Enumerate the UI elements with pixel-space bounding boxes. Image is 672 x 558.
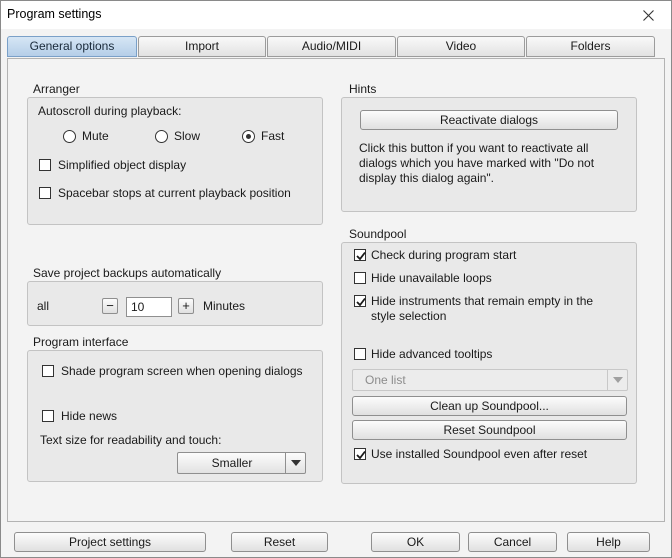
radio-slow-label: Slow [174,129,201,143]
soundpool-section-title: Soundpool [349,227,407,241]
reactivate-dialogs-button[interactable]: Reactivate dialogs [360,110,618,130]
program-settings-window: Program settings General options Import … [0,0,672,558]
check-start-checkbox[interactable] [354,249,366,261]
use-installed-checkbox[interactable] [354,448,366,460]
text-size-value: Smaller [211,456,253,470]
hints-group: Reactivate dialogs Click this button if … [341,97,637,212]
radio-fast-label: Fast [261,129,285,143]
general-options-panel: Arranger Autoscroll during playback: Mut… [7,58,665,522]
arranger-section-title: Arranger [33,82,80,96]
hide-news-checkbox[interactable] [42,410,54,422]
interface-group: Shade program screen when opening dialog… [27,350,323,482]
window-title: Program settings [7,7,102,21]
help-button[interactable]: Help [567,532,650,552]
radio-mute-label: Mute [82,129,109,143]
backups-section-title: Save project backups automatically [33,266,222,280]
backups-prefix: all [37,299,50,313]
check-icon [356,251,366,261]
hide-instruments-label: Hide instruments that remain empty in th… [371,294,594,323]
hints-section-title: Hints [349,82,377,96]
chevron-down-icon [612,377,623,383]
check-icon [356,297,366,307]
reset-soundpool-button[interactable]: Reset Soundpool [352,420,627,440]
radio-slow[interactable] [155,130,168,143]
text-size-dropdown-arrow [285,453,305,473]
soundpool-list-dropdown: One list [352,369,628,391]
simplified-display-checkbox[interactable] [39,159,51,171]
soundpool-list-value: One list [365,373,406,387]
tab-audio-midi[interactable]: Audio/MIDI [267,36,396,57]
hide-loops-checkbox[interactable] [354,272,366,284]
tab-general-options[interactable]: General options [7,36,137,57]
shade-screen-checkbox[interactable] [42,365,54,377]
tab-folders[interactable]: Folders [526,36,655,57]
radio-selected-dot [246,134,251,139]
hide-tooltips-checkbox[interactable] [354,348,366,360]
radio-mute[interactable] [63,130,76,143]
close-icon [642,9,654,21]
soundpool-list-dropdown-arrow [607,370,627,390]
check-start-label: Check during program start [371,248,517,262]
hide-news-label: Hide news [61,409,118,423]
reset-button[interactable]: Reset [231,532,328,552]
backup-increment-button[interactable]: + [178,298,194,314]
arranger-group: Autoscroll during playback: Mute Slow Fa… [27,97,323,225]
tab-bar: General options Import Audio/MIDI Video … [7,36,665,58]
chevron-down-icon [290,460,301,466]
use-installed-label: Use installed Soundpool even after reset [371,447,588,461]
close-button[interactable] [625,1,671,29]
title-bar: Program settings [1,1,671,29]
autoscroll-label: Autoscroll during playback: [38,104,182,118]
tab-video[interactable]: Video [397,36,525,57]
tab-import[interactable]: Import [138,36,266,57]
spacebar-stops-label: Spacebar stops at current playback posit… [58,186,291,200]
hide-instruments-checkbox[interactable] [354,295,366,307]
ok-button[interactable]: OK [371,532,460,552]
backups-unit: Minutes [203,299,246,313]
text-size-dropdown[interactable]: Smaller [177,452,306,474]
backups-group: all − 10 + Minutes [27,281,323,326]
hide-loops-label: Hide unavailable loops [371,271,492,285]
simplified-display-label: Simplified object display [58,158,187,172]
check-icon [356,450,366,460]
interface-section-title: Program interface [33,335,129,349]
hints-description: Click this button if you want to reactiv… [359,141,595,185]
radio-fast[interactable] [242,130,255,143]
text-size-label: Text size for readability and touch: [40,433,222,447]
hide-tooltips-label: Hide advanced tooltips [371,347,493,361]
clean-up-soundpool-button[interactable]: Clean up Soundpool... [352,396,627,416]
backup-decrement-button[interactable]: − [102,298,118,314]
project-settings-button[interactable]: Project settings [14,532,206,552]
shade-screen-label: Shade program screen when opening dialog… [61,364,303,378]
cancel-button[interactable]: Cancel [468,532,557,552]
soundpool-group: Check during program start Hide unavaila… [341,242,637,484]
backup-interval-input[interactable]: 10 [126,297,172,317]
spacebar-stops-checkbox[interactable] [39,187,51,199]
